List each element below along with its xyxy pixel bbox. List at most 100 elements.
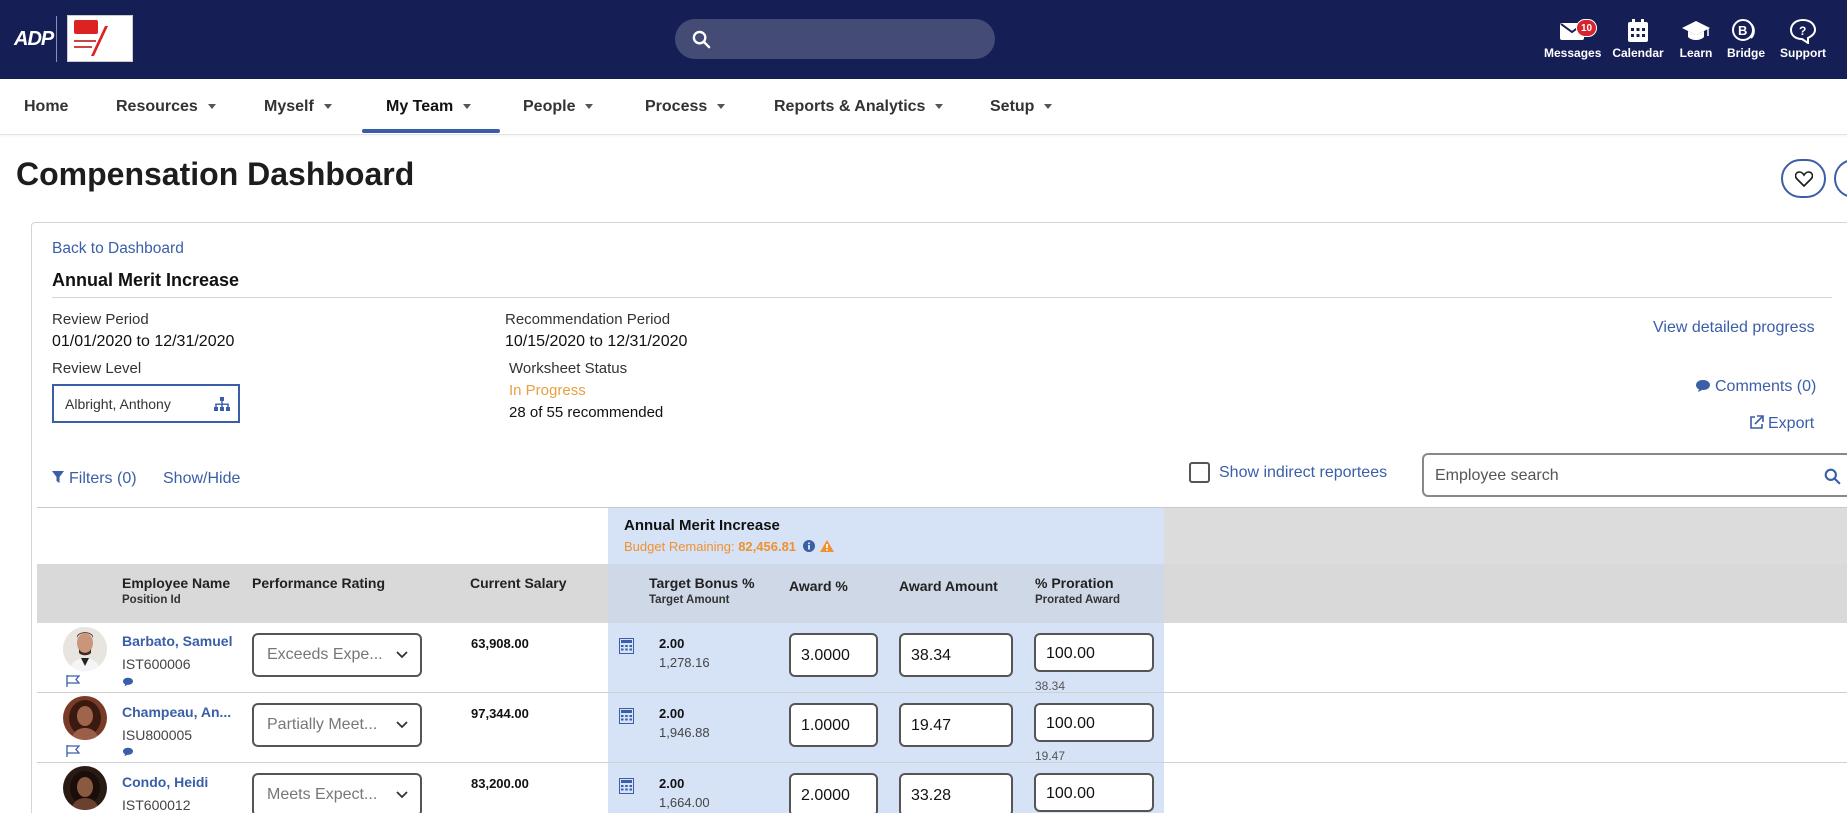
heart-icon xyxy=(1794,170,1813,187)
header-target-bonus[interactable]: Target Bonus % Target Amount xyxy=(649,575,755,606)
learn-button[interactable]: Learn xyxy=(1676,16,1716,60)
target-bonus-pct: 2.00 xyxy=(659,636,685,651)
avatar xyxy=(63,766,107,810)
award-amount-input[interactable]: 38.34 xyxy=(899,633,1013,677)
nav-reports-analytics[interactable]: Reports & Analytics xyxy=(774,98,944,116)
award-pct-input[interactable]: 2.0000 xyxy=(789,773,878,813)
target-bonus-pct: 2.00 xyxy=(659,706,685,721)
header-current-salary[interactable]: Current Salary xyxy=(470,575,566,591)
employee-name-link[interactable]: Barbato, Samuel xyxy=(122,633,232,649)
caret-down-icon xyxy=(463,104,472,110)
filters-button[interactable]: Filters (0) xyxy=(52,470,137,488)
proration-input[interactable]: 100.00 xyxy=(1034,633,1154,672)
favorite-button[interactable] xyxy=(1781,159,1826,198)
prorated-award: 19.47 xyxy=(1035,749,1066,763)
header-performance-rating[interactable]: Performance Rating xyxy=(252,575,385,591)
award-amount-input[interactable]: 33.28 xyxy=(899,773,1013,813)
review-level-value: Albright, Anthony xyxy=(65,396,171,412)
show-indirect-label[interactable]: Show indirect reportees xyxy=(1219,464,1387,482)
company-logo xyxy=(67,15,133,62)
header-employee-name[interactable]: Employee Name Position Id xyxy=(122,575,230,606)
position-id: IST600012 xyxy=(122,797,191,813)
employee-name-link[interactable]: Champeau, An... xyxy=(122,704,231,720)
bridge-button[interactable]: B Bridge xyxy=(1726,16,1766,60)
divider xyxy=(52,297,1832,298)
performance-rating-select[interactable]: Exceeds Expe... xyxy=(252,633,422,677)
nav-process[interactable]: Process xyxy=(645,98,726,116)
nav-people[interactable]: People xyxy=(523,98,594,116)
svg-text:B: B xyxy=(1738,23,1747,38)
messages-label: Messages xyxy=(1544,46,1602,60)
nav-setup[interactable]: Setup xyxy=(990,98,1053,116)
current-salary: 83,200.00 xyxy=(471,776,529,791)
view-detailed-progress-link[interactable]: View detailed progress xyxy=(1653,319,1815,337)
show-hide-button[interactable]: Show/Hide xyxy=(163,470,240,488)
nav-resources[interactable]: Resources xyxy=(116,98,216,116)
bridge-label: Bridge xyxy=(1726,46,1765,60)
chevron-down-icon xyxy=(396,721,408,729)
support-button[interactable]: ? Support xyxy=(1778,16,1828,60)
more-options-button[interactable] xyxy=(1834,159,1847,198)
calculator-icon[interactable] xyxy=(619,778,634,794)
comment-icon[interactable] xyxy=(122,747,134,757)
header-proration[interactable]: % Proration Prorated Award xyxy=(1035,575,1120,606)
award-pct-input[interactable]: 3.0000 xyxy=(789,633,878,677)
messages-button[interactable]: 10 Messages xyxy=(1544,16,1602,60)
header-award-amount[interactable]: Award Amount xyxy=(899,578,998,594)
calculator-icon[interactable] xyxy=(619,708,634,724)
proration-input[interactable]: 100.00 xyxy=(1034,773,1154,812)
comment-icon[interactable] xyxy=(122,677,134,687)
caret-down-icon xyxy=(1044,104,1053,110)
avatar xyxy=(63,627,107,671)
calendar-label: Calendar xyxy=(1612,46,1664,60)
review-level-select[interactable]: Albright, Anthony xyxy=(52,384,240,423)
flag-icon[interactable] xyxy=(66,675,81,687)
section-title: Annual Merit Increase xyxy=(52,270,240,290)
caret-down-icon xyxy=(207,104,216,110)
employee-name-link[interactable]: Condo, Heidi xyxy=(122,774,208,790)
info-icon[interactable] xyxy=(802,540,815,552)
caret-down-icon xyxy=(323,104,332,110)
export-link[interactable]: Export xyxy=(1749,415,1814,433)
calendar-icon xyxy=(1628,19,1648,42)
calculator-icon[interactable] xyxy=(619,638,634,654)
page-title: Compensation Dashboard xyxy=(16,156,415,192)
svg-text:?: ? xyxy=(1799,24,1806,38)
target-amount: 1,278.16 xyxy=(659,655,710,670)
comments-link[interactable]: Comments (0) xyxy=(1695,378,1816,396)
search-icon xyxy=(1824,468,1841,485)
global-search-input[interactable] xyxy=(675,19,995,59)
chevron-down-icon xyxy=(396,791,408,799)
employee-search-input[interactable]: Employee search xyxy=(1422,453,1847,497)
review-period-value: 01/01/2020 to 12/31/2020 xyxy=(52,333,235,350)
nav-home[interactable]: Home xyxy=(24,98,68,116)
recommendation-period-label: Recommendation Period xyxy=(505,311,671,328)
top-bar: ADP 10 Messages Calendar Learn B Bridge … xyxy=(0,0,1847,79)
row-divider xyxy=(37,762,1847,763)
flag-icon[interactable] xyxy=(66,745,81,757)
nav-my-team[interactable]: My Team xyxy=(386,98,472,116)
target-amount: 1,946.88 xyxy=(659,725,710,740)
performance-rating-select[interactable]: Partially Meet... xyxy=(252,703,422,747)
proration-input[interactable]: 100.00 xyxy=(1034,703,1154,742)
performance-rating-select[interactable]: Meets Expect... xyxy=(252,773,422,813)
question-bubble-icon: ? xyxy=(1789,18,1817,44)
avatar xyxy=(63,696,107,740)
org-chart-icon xyxy=(214,397,230,411)
award-pct-input[interactable]: 1.0000 xyxy=(789,703,878,747)
merit-group-header: Annual Merit Increase Budget Remaining: … xyxy=(608,508,1164,564)
nav-myself[interactable]: Myself xyxy=(264,98,332,116)
prorated-award: 38.34 xyxy=(1035,679,1066,693)
learn-label: Learn xyxy=(1679,46,1713,60)
award-amount-input[interactable]: 19.47 xyxy=(899,703,1013,747)
group-title: Annual Merit Increase xyxy=(624,517,780,534)
back-to-dashboard-link[interactable]: Back to Dashboard xyxy=(52,240,184,258)
show-indirect-checkbox[interactable] xyxy=(1189,462,1210,483)
calendar-button[interactable]: Calendar xyxy=(1612,16,1664,60)
worksheet-status-label: Worksheet Status xyxy=(509,360,628,377)
budget-remaining: Budget Remaining: 82,456.81 xyxy=(624,539,835,554)
header-award-pct[interactable]: Award % xyxy=(789,578,848,594)
adp-logo[interactable]: ADP xyxy=(14,28,54,51)
row-divider xyxy=(37,692,1847,693)
logo-divider xyxy=(56,16,57,62)
